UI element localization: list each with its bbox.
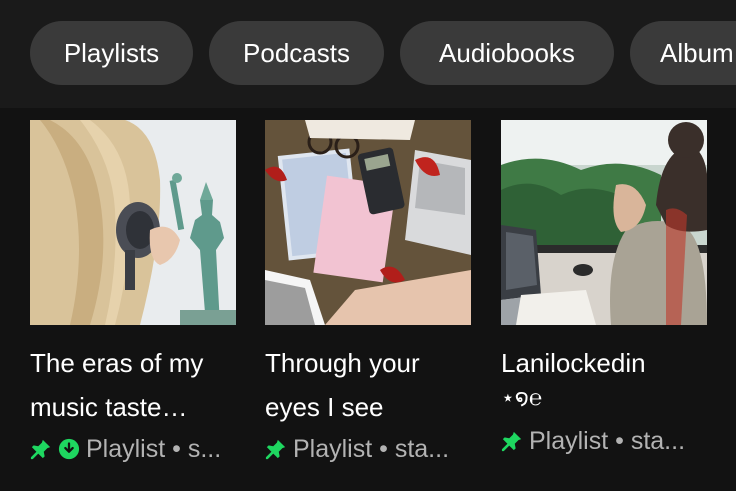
playlist-title-line-2: ⋆໑℮ xyxy=(501,385,543,410)
laptop-by-window-photo xyxy=(501,120,707,325)
playlist-subtitle: Playlist • sta... xyxy=(529,426,686,455)
filter-chip-albums[interactable]: Album xyxy=(630,21,736,85)
playlist-cover-image[interactable] xyxy=(30,120,236,325)
filter-chip-podcasts[interactable]: Podcasts xyxy=(209,21,384,85)
playlist-title-line-1: Through your xyxy=(265,348,420,378)
pin-icon xyxy=(501,431,522,452)
playlist-card[interactable]: The eras of my music taste… Playlist • s… xyxy=(30,120,236,469)
study-desk-flatlay-photo xyxy=(265,120,471,325)
playlist-cover-image[interactable] xyxy=(265,120,471,325)
playlist-title: Lanilockedin ⋆໑℮ xyxy=(501,341,733,411)
playlist-title: Through your eyes I see xyxy=(265,341,497,429)
downloaded-icon xyxy=(58,438,80,460)
playlist-meta: Playlist • sta... xyxy=(501,421,707,461)
playlist-meta: Playlist • sta... xyxy=(265,429,471,469)
playlist-title-line-1: Lanilockedin xyxy=(501,348,646,378)
playlist-title-line-1: The eras of my xyxy=(30,348,204,378)
filter-chip-audiobooks[interactable]: Audiobooks xyxy=(400,21,614,85)
playlist-cover-image[interactable] xyxy=(501,120,707,325)
playlist-subtitle: Playlist • s... xyxy=(86,434,222,463)
playlist-title-line-2: music taste… xyxy=(30,392,188,422)
playlist-card[interactable]: Lanilockedin ⋆໑℮ Playlist • sta... xyxy=(501,120,707,461)
filter-chip-playlists[interactable]: Playlists xyxy=(30,21,193,85)
statue-of-liberty-headphones-photo xyxy=(30,120,236,325)
playlist-title: The eras of my music taste… xyxy=(30,341,262,429)
pin-icon xyxy=(265,439,286,460)
playlist-subtitle: Playlist • sta... xyxy=(293,434,450,463)
pin-icon xyxy=(30,439,51,460)
filter-chips-bar: Playlists Podcasts Audiobooks Album xyxy=(0,0,736,108)
playlist-meta: Playlist • s... xyxy=(30,429,236,469)
playlist-title-line-2: eyes I see xyxy=(265,392,384,422)
playlist-card[interactable]: Through your eyes I see Playlist • sta..… xyxy=(265,120,471,469)
